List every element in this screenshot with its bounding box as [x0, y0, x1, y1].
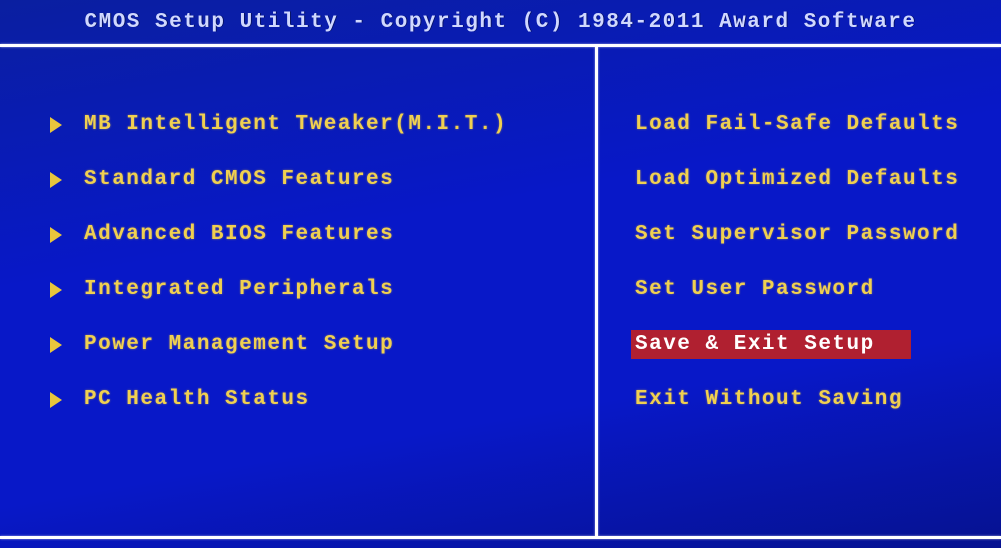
menu-item-label: Exit Without Saving: [635, 388, 903, 411]
menu-item-pc-health-status[interactable]: PC Health Status: [0, 372, 595, 427]
submenu-arrow-icon: [50, 282, 62, 298]
menu-item-mb-intelligent-tweaker[interactable]: MB Intelligent Tweaker(M.I.T.): [0, 97, 595, 152]
menu-item-exit-without-saving[interactable]: Exit Without Saving: [595, 372, 1001, 427]
menu-item-label: Integrated Peripherals: [84, 278, 394, 301]
menu-item-label: Set User Password: [635, 278, 875, 301]
menu-item-save-and-exit-setup[interactable]: Save & Exit Setup: [595, 317, 1001, 372]
title-bar: CMOS Setup Utility - Copyright (C) 1984-…: [0, 0, 1001, 44]
menu-item-integrated-peripherals[interactable]: Integrated Peripherals: [0, 262, 595, 317]
menu-right-panel: Load Fail-Safe Defaults Load Optimized D…: [595, 47, 1001, 536]
menu-panels: MB Intelligent Tweaker(M.I.T.) Standard …: [0, 47, 1001, 536]
menu-item-label: Advanced BIOS Features: [84, 223, 394, 246]
menu-item-standard-cmos-features[interactable]: Standard CMOS Features: [0, 152, 595, 207]
menu-item-label: Standard CMOS Features: [84, 168, 394, 191]
submenu-arrow-icon: [50, 337, 62, 353]
menu-item-label: Load Optimized Defaults: [635, 168, 959, 191]
menu-item-advanced-bios-features[interactable]: Advanced BIOS Features: [0, 207, 595, 262]
menu-item-set-user-password[interactable]: Set User Password: [595, 262, 1001, 317]
menu-item-label: MB Intelligent Tweaker(M.I.T.): [84, 113, 507, 136]
menu-item-power-management-setup[interactable]: Power Management Setup: [0, 317, 595, 372]
menu-item-label: Power Management Setup: [84, 333, 394, 356]
menu-item-load-optimized-defaults[interactable]: Load Optimized Defaults: [595, 152, 1001, 207]
menu-left-panel: MB Intelligent Tweaker(M.I.T.) Standard …: [0, 47, 595, 536]
utility-title: CMOS Setup Utility - Copyright (C) 1984-…: [84, 11, 916, 34]
submenu-arrow-icon: [50, 227, 62, 243]
menu-item-label: Save & Exit Setup: [631, 330, 911, 359]
menu-item-set-supervisor-password[interactable]: Set Supervisor Password: [595, 207, 1001, 262]
menu-item-label: PC Health Status: [84, 388, 310, 411]
submenu-arrow-icon: [50, 172, 62, 188]
divider-horizontal-bottom: [0, 536, 1001, 539]
menu-item-load-fail-safe-defaults[interactable]: Load Fail-Safe Defaults: [595, 97, 1001, 152]
menu-item-label: Set Supervisor Password: [635, 223, 959, 246]
submenu-arrow-icon: [50, 117, 62, 133]
bios-screen: CMOS Setup Utility - Copyright (C) 1984-…: [0, 0, 1001, 548]
menu-item-label: Load Fail-Safe Defaults: [635, 113, 959, 136]
submenu-arrow-icon: [50, 392, 62, 408]
